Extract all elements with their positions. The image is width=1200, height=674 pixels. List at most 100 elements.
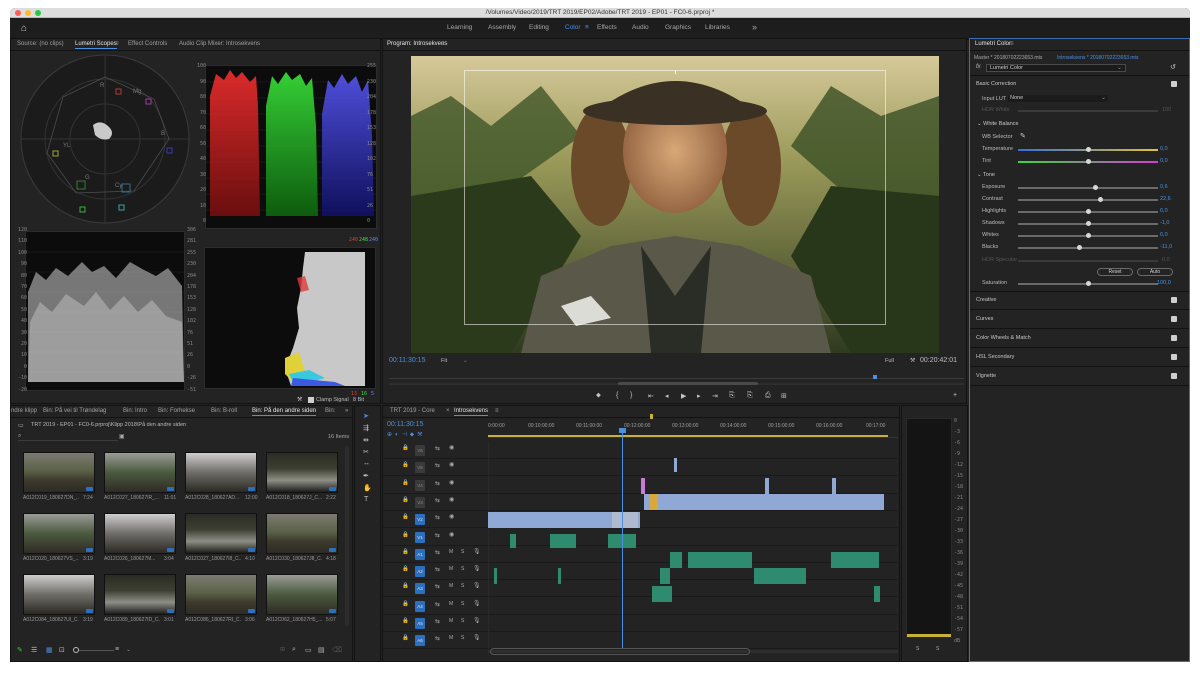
clip-name[interactable]: A012C027_180627I8_C...	[185, 556, 241, 562]
tab-lumetri-scopes[interactable]: Lumetri Scopes	[75, 41, 117, 49]
eye-icon[interactable]: ◉	[449, 479, 454, 486]
pen-tool-icon[interactable]: ✒	[363, 472, 369, 480]
whites-value[interactable]: 0,0	[1160, 232, 1168, 238]
clip-name[interactable]: A012C019_180627DN_...	[23, 495, 79, 501]
freeform-view-icon[interactable]: ⊡	[59, 646, 65, 654]
clip-thumbnail[interactable]	[266, 574, 338, 615]
track-target-v3[interactable]: V3	[415, 496, 425, 508]
sync-lock-icon[interactable]: ⇆	[435, 635, 440, 642]
ripple-edit-tool-icon[interactable]: ⇹	[363, 436, 369, 444]
lift-icon[interactable]: ⎘	[729, 392, 735, 400]
sync-lock-icon[interactable]: ⇆	[435, 532, 440, 539]
add-marker-icon[interactable]: ⬥	[596, 392, 601, 400]
tab-sequence-introsekvens[interactable]: Introsekvens	[454, 408, 489, 416]
tab-bin-b-roll[interactable]: Bin: B-roll	[211, 408, 237, 414]
workspace-graphics[interactable]: Graphics	[665, 24, 691, 31]
lock-icon[interactable]: 🔒	[402, 583, 409, 589]
sync-lock-icon[interactable]: ⇆	[435, 566, 440, 573]
zoom-slider-knob[interactable]	[73, 647, 79, 653]
program-playhead[interactable]	[873, 375, 877, 379]
quality-select[interactable]: Full	[885, 358, 894, 364]
fit-select[interactable]: Fit	[441, 358, 447, 364]
lock-icon[interactable]: 🔒	[402, 549, 409, 555]
blacks-value[interactable]: -11,0	[1160, 244, 1172, 250]
home-icon[interactable]: ⌂	[21, 23, 27, 34]
reset-effect-icon[interactable]: ↺	[1170, 63, 1176, 71]
bit-depth-select[interactable]: 8 Bit	[353, 397, 364, 403]
solo-left-button[interactable]: S	[916, 646, 919, 652]
workspace-editing[interactable]: Editing	[529, 24, 549, 31]
mute-button[interactable]: M	[449, 618, 453, 624]
mute-button[interactable]: M	[449, 601, 453, 607]
clip-thumbnail[interactable]	[185, 452, 257, 493]
settings-wrench-icon[interactable]: ⚒	[910, 357, 915, 364]
tint-value[interactable]: 0,0	[1160, 158, 1168, 164]
saturation-slider[interactable]	[1018, 281, 1158, 286]
sync-lock-icon[interactable]: ⇆	[435, 497, 440, 504]
icon-view-icon[interactable]: ▦	[46, 646, 53, 654]
fit-chevron-down-icon[interactable]: ⌄	[463, 358, 468, 364]
whites-slider[interactable]	[1018, 233, 1158, 238]
sync-lock-icon[interactable]: ⇆	[435, 514, 440, 521]
clip-thumbnail[interactable]	[266, 452, 338, 493]
whites-knob[interactable]	[1085, 233, 1091, 238]
exposure-value[interactable]: 0,6	[1160, 184, 1168, 190]
go-to-out-icon[interactable]: ⇥	[712, 392, 718, 400]
find-icon[interactable]: ⌕	[292, 646, 296, 654]
track-target-a5[interactable]: A5	[415, 618, 425, 629]
tab-source[interactable]: Source: (no clips)	[17, 41, 64, 47]
blacks-slider[interactable]	[1018, 245, 1158, 250]
track-target-a6[interactable]: A6	[415, 635, 425, 647]
saturation-value[interactable]: 100,0	[1157, 280, 1171, 286]
eye-icon[interactable]: ◉	[449, 461, 454, 468]
solo-button[interactable]: S	[461, 618, 464, 624]
clip-thumbnail[interactable]	[266, 513, 338, 554]
mute-button[interactable]: M	[449, 583, 453, 589]
program-title[interactable]: Program: Introsekvens	[387, 41, 447, 48]
clip-name[interactable]: A012C020_180627VS_...	[23, 556, 79, 562]
clip-name[interactable]: A012C086_180627RI_C...	[185, 617, 241, 623]
tab-bin-intro[interactable]: Bin: Intro	[123, 408, 147, 414]
bin-scrollbar[interactable]	[345, 446, 349, 626]
clip-name[interactable]: A012C028_180627AD...	[185, 495, 241, 501]
button-editor-icon[interactable]: +	[953, 392, 957, 399]
contrast-knob[interactable]	[1098, 197, 1104, 202]
lock-icon[interactable]: 🔒	[402, 635, 409, 641]
more-workspaces-button[interactable]: »	[752, 22, 757, 32]
sync-lock-icon[interactable]: ⇆	[435, 462, 440, 469]
sync-lock-icon[interactable]: ⇆	[435, 601, 440, 608]
input-lut-select[interactable]: None ⌄	[1008, 95, 1108, 102]
lock-icon[interactable]: 🔒	[402, 445, 409, 451]
workspace-color[interactable]: Color	[565, 24, 581, 31]
track-target-v4[interactable]: V4	[415, 479, 425, 491]
track-target-a3[interactable]: A3	[415, 583, 425, 595]
shadows-slider[interactable]	[1018, 221, 1158, 226]
hsl-secondary-checkbox[interactable]	[1171, 354, 1177, 360]
extract-icon[interactable]: ⎘	[747, 392, 753, 400]
mute-button[interactable]: M	[449, 566, 453, 572]
solo-button[interactable]: S	[461, 583, 464, 589]
track-target-v2[interactable]: V2	[415, 514, 425, 526]
playhead-handle[interactable]	[619, 428, 626, 433]
highlights-value[interactable]: 0,0	[1160, 208, 1168, 214]
program-video-frame[interactable]	[411, 56, 939, 353]
curves-header[interactable]: Curves	[976, 316, 993, 322]
razor-tool-icon[interactable]: ✂	[363, 448, 369, 456]
auto-button[interactable]: Auto	[1137, 268, 1173, 276]
highlights-knob[interactable]	[1085, 209, 1091, 214]
eyedropper-icon[interactable]: ✎	[1020, 132, 1026, 140]
timeline-timecode[interactable]: 00:11:30:15	[387, 421, 423, 428]
tab-effect-controls[interactable]: Effect Controls	[128, 41, 167, 47]
microphone-icon[interactable]: 🎙	[473, 634, 481, 641]
tab-bin-more[interactable]: Bin:	[325, 408, 335, 414]
clip-name[interactable]: A012C084_180627UI_C...	[23, 617, 79, 623]
solo-button[interactable]: S	[461, 635, 464, 641]
contrast-value[interactable]: 22,6	[1160, 196, 1171, 202]
play-icon[interactable]: ▶	[681, 392, 686, 400]
tab-audio-clip-mixer[interactable]: Audio Clip Mixer: Introsekvens	[179, 41, 260, 47]
lock-icon[interactable]: 🔒	[402, 618, 409, 624]
temperature-value[interactable]: 0,0	[1160, 146, 1168, 152]
microphone-icon[interactable]: 🎙	[473, 548, 481, 555]
clip-thumbnail[interactable]	[23, 513, 95, 554]
highlights-slider[interactable]	[1018, 209, 1158, 214]
